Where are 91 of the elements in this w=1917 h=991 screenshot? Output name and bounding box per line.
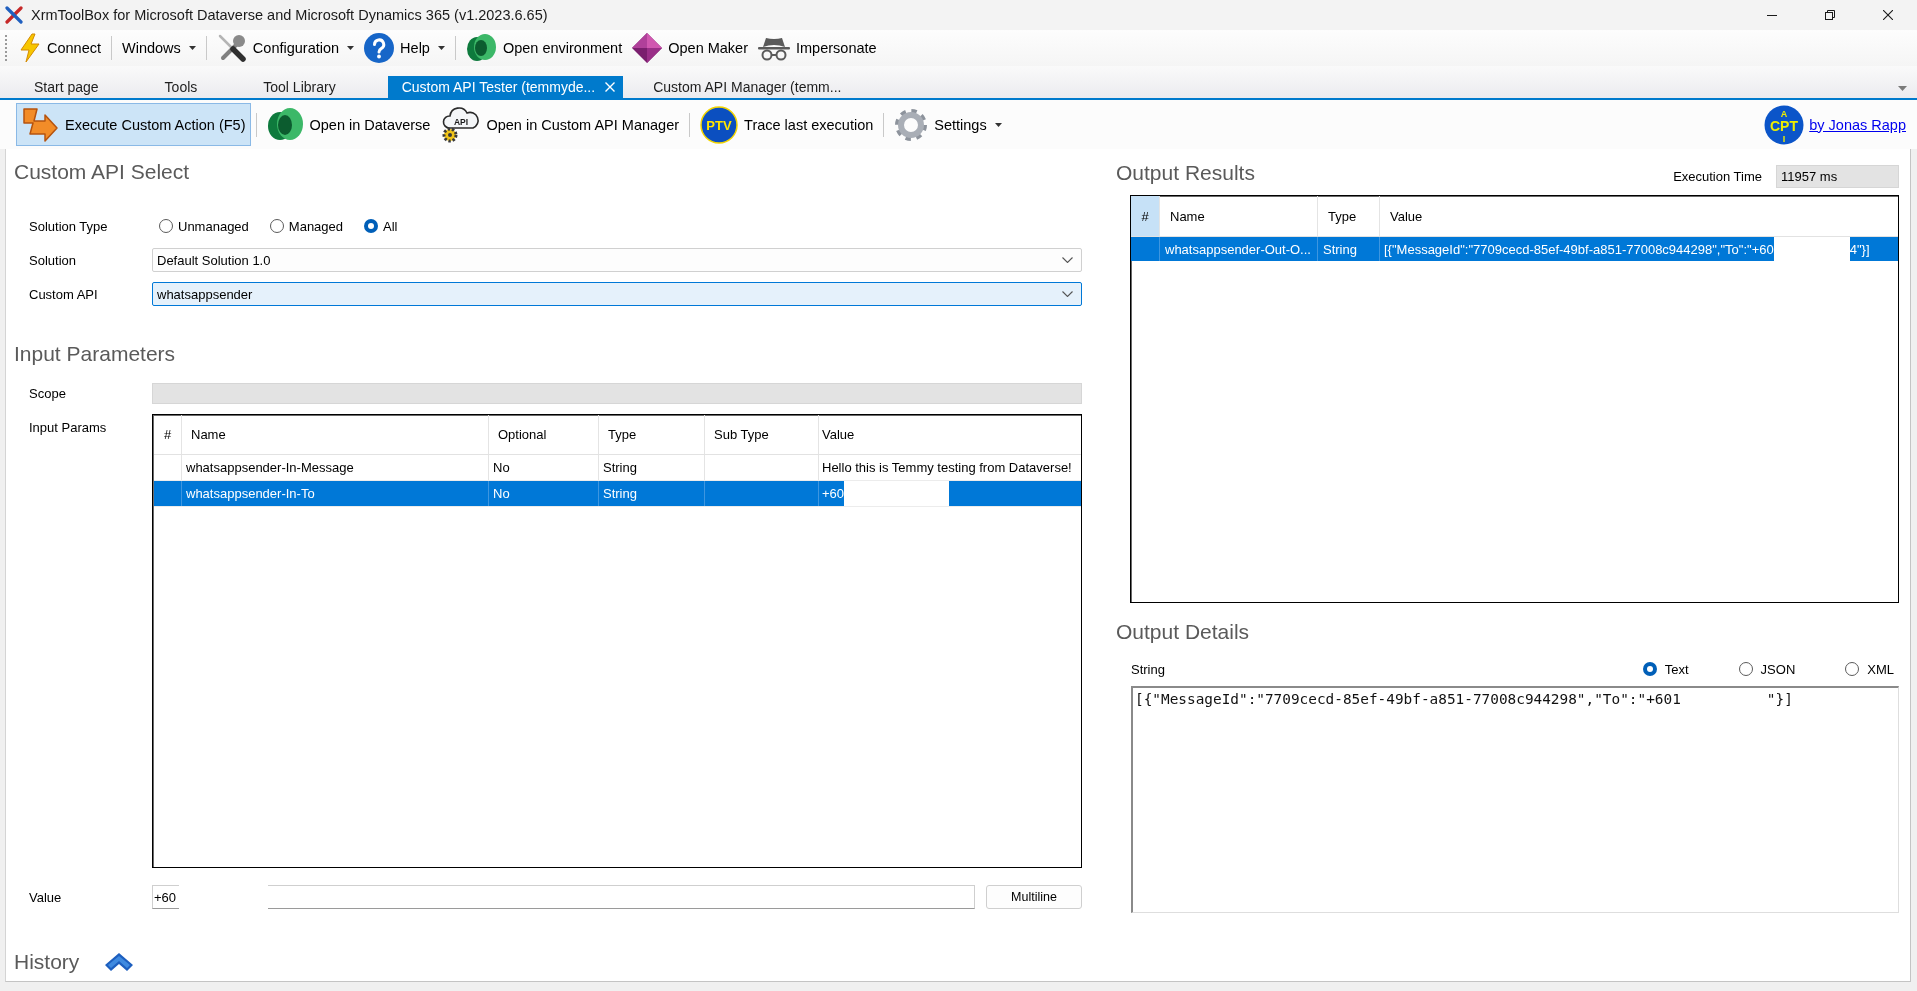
swirl-icon xyxy=(465,33,497,63)
section-heading: Output Results xyxy=(1116,160,1255,186)
chevron-up-icon[interactable] xyxy=(105,953,134,971)
table-cell: String xyxy=(1323,241,1357,257)
field-label: Scope xyxy=(29,386,67,401)
section-heading: Input Parameters xyxy=(14,341,177,367)
field-label: Execution Time xyxy=(1673,168,1762,186)
settings-menu[interactable]: Settings xyxy=(889,103,1007,146)
table-cell: whatsappsender-In-To xyxy=(186,486,315,501)
minimize-icon[interactable] xyxy=(1767,14,1777,16)
field-label: Solution Type xyxy=(29,218,109,234)
column-header[interactable]: Sub Type xyxy=(705,415,819,454)
tab[interactable]: Tools xyxy=(150,76,250,98)
field-label: Input Params xyxy=(29,419,108,435)
hat-glasses-icon xyxy=(758,35,790,61)
multiline-button[interactable]: Multiline xyxy=(986,885,1082,909)
open-api-manager-button[interactable]: API Open in Custom API Manager xyxy=(435,103,685,146)
section-heading: History xyxy=(14,949,80,975)
table-cell: String xyxy=(603,460,637,475)
open-maker-button[interactable]: Open Maker xyxy=(627,32,753,64)
column-header[interactable]: # xyxy=(1131,196,1160,236)
tab[interactable]: Custom API Tester (temmyde... xyxy=(387,76,624,98)
execute-button[interactable]: Execute Custom Action (F5) xyxy=(16,103,251,146)
help-menu[interactable]: Help xyxy=(359,32,450,64)
close-icon[interactable] xyxy=(1883,10,1893,20)
execution-time-field: 11957 ms xyxy=(1776,165,1899,188)
table-cell: No xyxy=(493,486,510,501)
field-label: Value xyxy=(29,889,63,905)
connect-button[interactable]: Connect xyxy=(14,32,106,64)
table-cell: 4"}] xyxy=(1849,241,1870,257)
column-header[interactable]: Value xyxy=(1380,196,1898,236)
caret-icon xyxy=(188,46,196,50)
settings-icon xyxy=(894,107,929,142)
column-header[interactable]: Name xyxy=(182,415,489,454)
radio-option[interactable]: XML xyxy=(1845,661,1894,677)
caret-icon xyxy=(437,46,445,50)
table-cell: No xyxy=(493,460,510,475)
table-cell: Hello this is Temmy testing from Dataverse! xyxy=(822,460,1072,475)
column-header[interactable]: Value xyxy=(819,415,1081,454)
caret-icon xyxy=(347,46,355,50)
chevron-down-icon xyxy=(1062,291,1073,297)
caret-icon xyxy=(994,122,1002,127)
trace-button[interactable]: PTV Trace last execution xyxy=(695,103,879,146)
column-header[interactable]: Name xyxy=(1160,196,1318,236)
table-cell: [{"MessageId":"7709cecd-85ef-49bf-a851-77008c944298","To":"+60 xyxy=(1384,241,1774,257)
wrench-screwdriver-icon xyxy=(216,33,247,63)
solution-dropdown[interactable]: Default Solution 1.0 xyxy=(152,248,1082,272)
impersonate-button[interactable]: Impersonate xyxy=(753,32,882,64)
section-heading: Custom API Select xyxy=(14,159,191,185)
help-icon xyxy=(364,33,395,63)
configuration-menu[interactable]: Configuration xyxy=(211,32,360,64)
table-row[interactable]: whatsappsender-Out-O... String [{"MessageId":"7709cecd-85ef-49bf-a851-77008c944298","To":"+60 4"}] xyxy=(1131,237,1898,261)
field-label: String xyxy=(1131,661,1165,677)
cloud-gear-logo: API xyxy=(440,105,481,144)
open-environment-button[interactable]: Open environment xyxy=(460,32,628,64)
caret-icon[interactable] xyxy=(1898,85,1907,91)
radio-option[interactable]: Text xyxy=(1642,661,1689,677)
tab[interactable]: Custom API Manager (temm... xyxy=(639,76,894,98)
radio-option[interactable]: Managed xyxy=(269,218,344,234)
column-header[interactable]: # xyxy=(154,415,182,454)
column-header[interactable]: Optional xyxy=(489,415,599,454)
custom-api-dropdown[interactable]: whatsappsender xyxy=(152,282,1082,306)
section-heading: Output Details xyxy=(1116,619,1251,645)
chevron-down-icon xyxy=(1062,257,1073,263)
output-text-field[interactable]: [{"MessageId":"7709cecd-85ef-49bf-a851-77008c944298","To":"+601 "}] xyxy=(1131,686,1899,913)
tab[interactable]: Start page xyxy=(20,76,151,98)
column-header[interactable]: Type xyxy=(599,415,705,454)
author-logo: A CPT I xyxy=(1764,104,1805,145)
lightning-arrow-icon xyxy=(21,105,59,144)
radio-option[interactable]: JSON xyxy=(1738,661,1796,677)
table-cell: whatsappsender-In-Message xyxy=(186,460,354,475)
radio-option[interactable]: Unmanaged xyxy=(159,218,249,234)
open-dataverse-button[interactable]: Open in Dataverse xyxy=(261,103,436,146)
table-cell: String xyxy=(603,486,637,501)
app-icon xyxy=(5,6,23,24)
table-cell: whatsappsender-Out-O... xyxy=(1165,241,1311,257)
tab[interactable]: Tool Library xyxy=(249,76,388,98)
table-row[interactable]: whatsappsender-In-To No String +60 xyxy=(154,481,1081,507)
swirl-icon xyxy=(266,106,304,143)
author-link[interactable]: by Jonas Rapp xyxy=(1809,116,1906,133)
window-title: XrmToolBox for Microsoft Dataverse and Microsoft Dynamics 365 (v1.2023.6.65) xyxy=(31,7,548,23)
windows-menu[interactable]: Windows xyxy=(117,32,201,64)
table-cell: +60 xyxy=(822,486,845,501)
field-label: Custom API xyxy=(29,286,99,302)
field-label: Solution xyxy=(29,252,77,268)
ptv-logo: PTV xyxy=(700,105,739,144)
restore-icon[interactable] xyxy=(1825,10,1835,20)
diamond-icon xyxy=(632,33,663,63)
column-header[interactable]: Type xyxy=(1318,196,1380,236)
lightning-icon xyxy=(19,33,41,63)
radio-option[interactable]: All xyxy=(364,218,398,234)
